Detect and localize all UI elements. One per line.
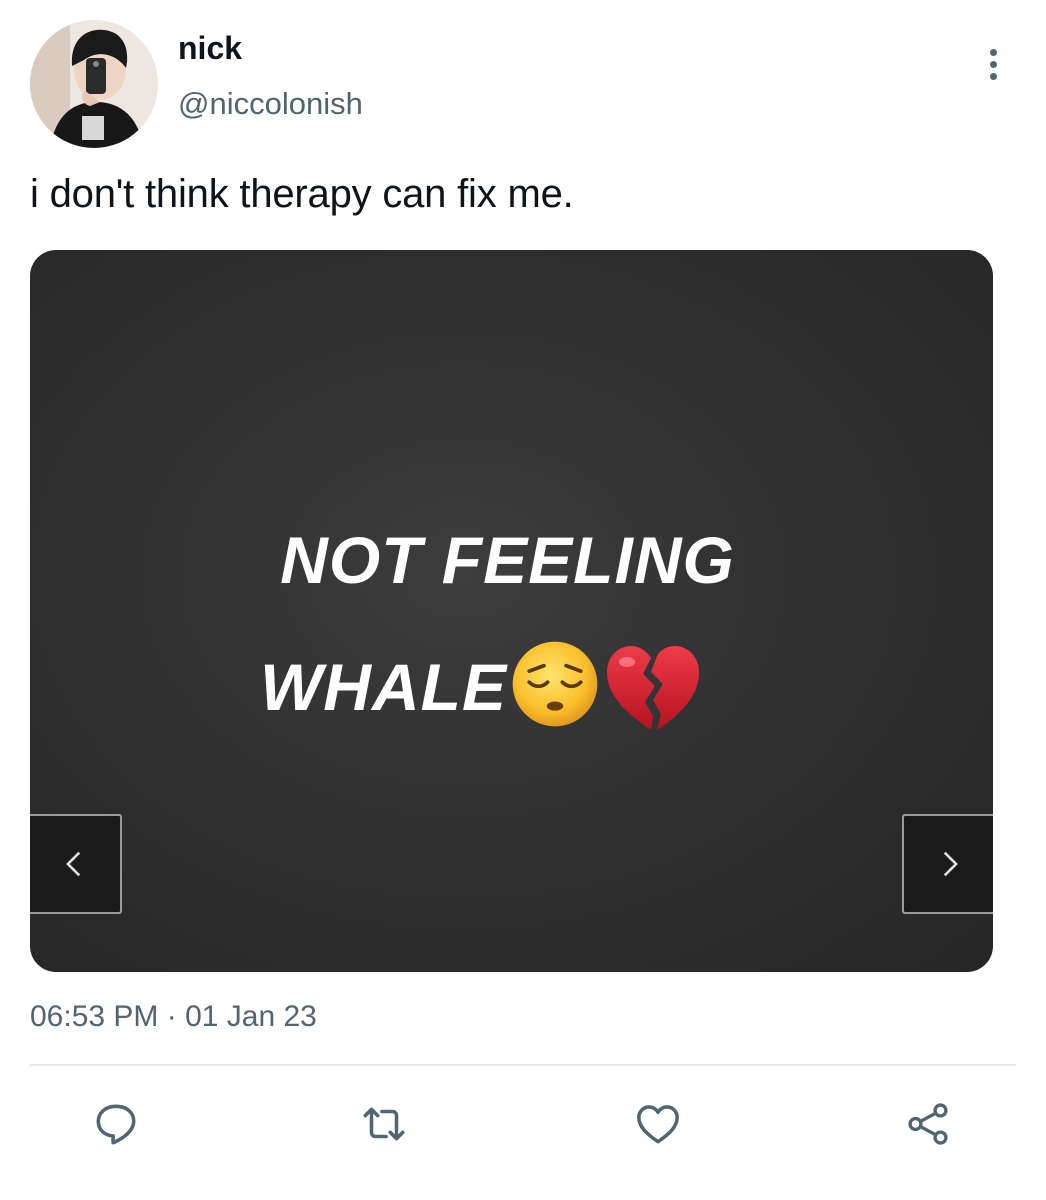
tweet-actions-bar [0,1096,1046,1156]
media-text-word: WHALE [260,650,507,724]
previous-image-button[interactable] [30,814,122,914]
like-button[interactable] [630,1096,686,1152]
tweet-media-image[interactable]: NOT FEELING WHALE [30,250,993,972]
retweet-button[interactable] [356,1096,412,1152]
broken-heart-icon [606,646,699,730]
chevron-left-icon [66,851,81,877]
chevron-right-icon [943,851,958,877]
like-icon [637,1105,679,1144]
more-dot [989,60,997,68]
media-text-line-2: WHALE [30,638,993,736]
more-options-button[interactable] [970,36,1016,92]
display-name[interactable]: nick [178,30,242,67]
retweet-icon [363,1107,405,1141]
reply-button[interactable] [88,1096,144,1152]
user-handle[interactable]: @niccolonish [178,86,363,122]
divider [30,1064,1016,1066]
reply-icon [96,1104,136,1145]
more-dot [989,48,997,56]
media-text-line-1: NOT FEELING [280,523,735,597]
tweet-timestamp[interactable]: 06:53 PM · 01 Jan 23 [30,1000,317,1034]
avatar[interactable] [30,20,158,148]
share-icon [908,1103,948,1145]
pensive-face-icon [512,641,598,727]
more-dot [989,72,997,80]
share-button[interactable] [900,1096,956,1152]
tweet-text: i don't think therapy can fix me. [30,172,574,216]
next-image-button[interactable] [902,814,993,914]
